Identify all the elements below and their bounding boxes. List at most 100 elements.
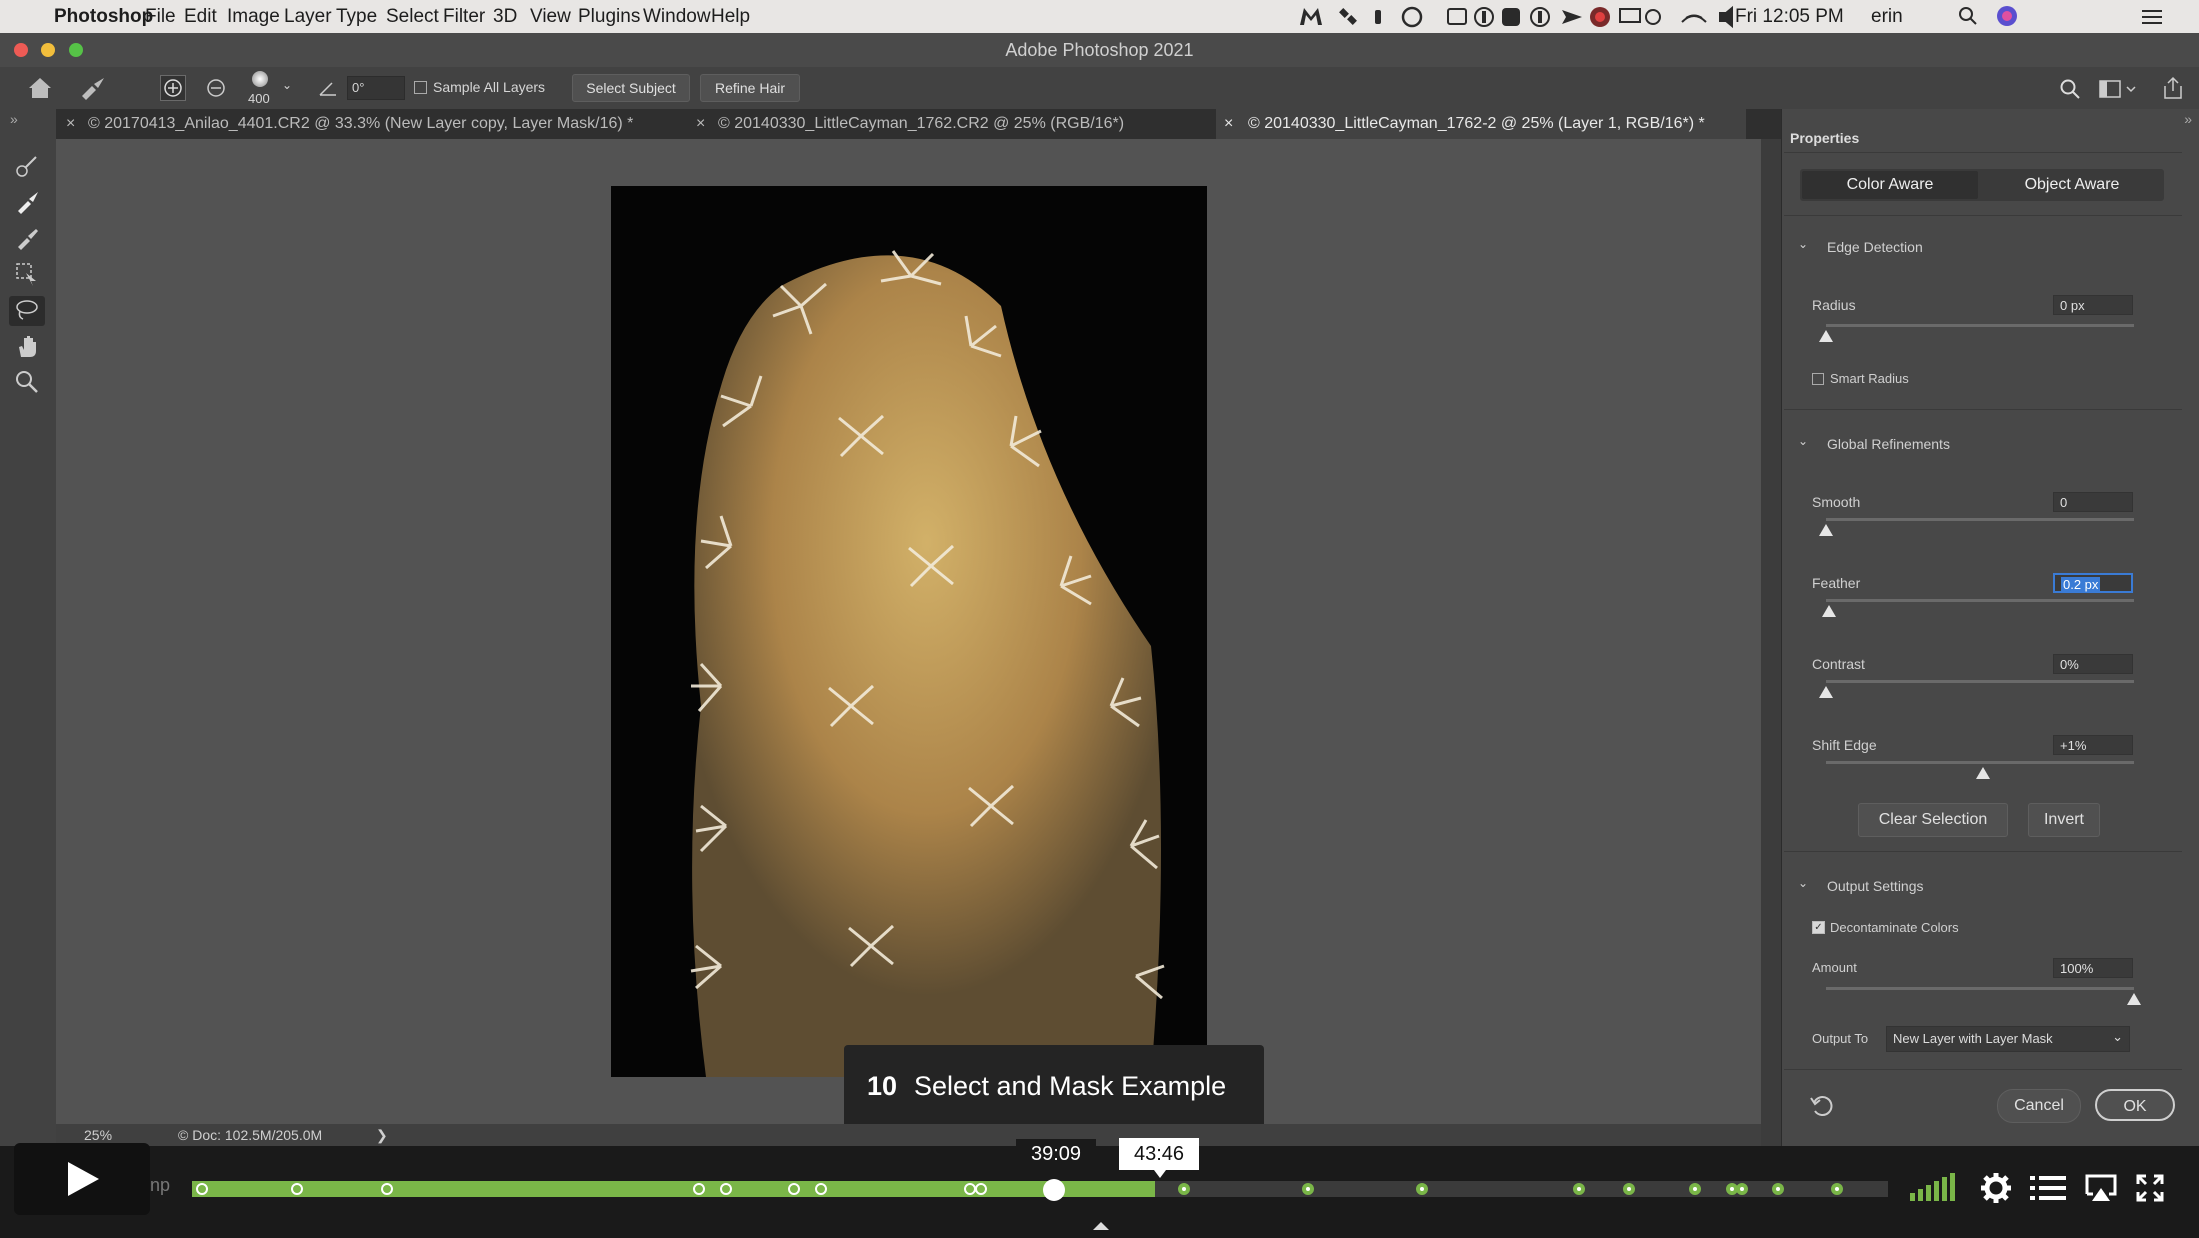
chevron-down-icon[interactable]: ⌄	[1798, 237, 1808, 251]
chapter-marker[interactable]	[1415, 1183, 1428, 1195]
zoom-level[interactable]: 25%	[84, 1127, 112, 1143]
sample-all-layers-label[interactable]: Sample All Layers	[433, 79, 545, 95]
list-icon[interactable]	[2030, 1174, 2066, 1202]
brush-preview-icon[interactable]	[252, 71, 268, 87]
play-button[interactable]	[14, 1143, 150, 1215]
radius-slider-thumb[interactable]	[1819, 330, 1833, 342]
share-icon[interactable]	[2162, 76, 2184, 100]
refine-edge-brush-tool-icon[interactable]	[14, 189, 40, 215]
close-tab-icon[interactable]: ×	[66, 115, 75, 133]
smooth-input[interactable]: 0	[2053, 492, 2133, 512]
contrast-slider-thumb[interactable]	[1819, 686, 1833, 698]
shift-edge-slider-track[interactable]	[1826, 761, 2134, 764]
sample-all-layers-checkbox[interactable]	[414, 81, 427, 94]
zoom-tool-icon[interactable]	[14, 369, 40, 395]
reset-icon[interactable]	[1810, 1095, 1836, 1119]
smart-radius-label[interactable]: Smart Radius	[1830, 371, 1909, 386]
chevron-down-icon[interactable]: ⌄	[1798, 876, 1808, 890]
smart-radius-checkbox[interactable]	[1812, 373, 1824, 385]
chapter-marker[interactable]	[974, 1183, 987, 1195]
global-refinements-header[interactable]: Global Refinements	[1827, 436, 1950, 452]
chapter-marker[interactable]	[1301, 1183, 1314, 1195]
workspace-icon[interactable]	[2099, 79, 2139, 99]
edge-detection-header[interactable]: Edge Detection	[1827, 239, 1923, 255]
output-settings-header[interactable]: Output Settings	[1827, 878, 1924, 894]
menu-3d[interactable]: 3D	[493, 6, 517, 28]
menu-edit[interactable]: Edit	[184, 6, 217, 28]
color-aware-button[interactable]: Color Aware	[1802, 171, 1978, 199]
collapse-tools-icon[interactable]: »	[10, 111, 18, 127]
menu-app-name[interactable]: Photoshop	[54, 6, 153, 28]
chapter-marker[interactable]	[1688, 1183, 1701, 1195]
quick-selection-tool-icon[interactable]	[14, 153, 40, 179]
notification-center-icon[interactable]	[2140, 8, 2164, 26]
smooth-slider-track[interactable]	[1826, 518, 2134, 521]
contrast-slider-track[interactable]	[1826, 680, 2134, 683]
output-to-select[interactable]: New Layer with Layer Mask ⌄	[1886, 1026, 2130, 1052]
invert-button[interactable]: Invert	[2028, 803, 2100, 837]
ok-button[interactable]: OK	[2095, 1089, 2175, 1121]
object-selection-tool-icon[interactable]	[14, 261, 40, 287]
fullscreen-icon[interactable]	[2136, 1174, 2164, 1202]
select-subject-button[interactable]: Select Subject	[572, 74, 690, 102]
brush-tool-icon[interactable]	[14, 225, 40, 251]
hand-tool-icon[interactable]	[14, 333, 40, 359]
menu-window[interactable]: Window	[643, 6, 711, 28]
chapter-marker[interactable]	[1771, 1183, 1784, 1195]
gear-icon[interactable]	[1980, 1172, 2012, 1204]
expand-caret-icon[interactable]	[1093, 1222, 1109, 1230]
chapter-marker[interactable]	[1831, 1183, 1844, 1195]
airplay-icon[interactable]	[2084, 1174, 2118, 1202]
menu-file[interactable]: File	[145, 6, 176, 28]
search-icon[interactable]	[2059, 78, 2081, 100]
angle-input[interactable]: 0°	[347, 76, 405, 100]
menu-image[interactable]: Image	[227, 6, 280, 28]
chapter-marker[interactable]	[693, 1183, 706, 1195]
menubar-user[interactable]: erin	[1871, 6, 1903, 28]
feather-slider-thumb[interactable]	[1822, 605, 1837, 617]
close-tab-icon[interactable]: ×	[696, 115, 705, 133]
menu-type[interactable]: Type	[336, 6, 377, 28]
video-playhead[interactable]	[1042, 1179, 1065, 1201]
close-tab-icon[interactable]: ×	[1224, 115, 1233, 133]
menu-help[interactable]: Help	[711, 6, 750, 28]
amount-slider-track[interactable]	[1826, 987, 2134, 990]
status-menu-arrow-icon[interactable]: ❯	[376, 1127, 388, 1144]
document-canvas[interactable]: 10 Select and Mask Example	[56, 139, 1761, 1129]
tab-littlecayman-2-active[interactable]: × © 20140330_LittleCayman_1762-2 @ 25% (…	[1216, 109, 1746, 139]
volume-bars-icon[interactable]	[1910, 1173, 1958, 1201]
home-icon[interactable]	[27, 76, 53, 100]
menu-filter[interactable]: Filter	[443, 6, 485, 28]
tab-littlecayman[interactable]: × © 20140330_LittleCayman_1762.CR2 @ 25%…	[686, 109, 1216, 139]
object-aware-button[interactable]: Object Aware	[1984, 171, 2160, 199]
tab-anilao[interactable]: × © 20170413_Anilao_4401.CR2 @ 33.3% (Ne…	[56, 109, 686, 139]
subtract-from-selection-icon[interactable]	[206, 78, 226, 98]
menu-view[interactable]: View	[530, 6, 571, 28]
chapter-marker[interactable]	[381, 1183, 394, 1195]
amount-input[interactable]: 100%	[2053, 958, 2133, 978]
clear-selection-button[interactable]: Clear Selection	[1858, 803, 2008, 837]
amount-slider-thumb[interactable]	[2127, 993, 2141, 1005]
shift-edge-input[interactable]: +1%	[2053, 735, 2133, 755]
decontaminate-label[interactable]: Decontaminate Colors	[1830, 920, 1959, 935]
refine-edge-brush-icon[interactable]	[78, 76, 114, 100]
menu-select[interactable]: Select	[386, 6, 439, 28]
chevron-down-icon[interactable]: ⌄	[1798, 434, 1808, 448]
feather-input[interactable]: 0.2 px	[2053, 573, 2133, 593]
smooth-slider-thumb[interactable]	[1819, 524, 1833, 536]
spotlight-search-icon[interactable]	[1958, 6, 1978, 26]
refine-hair-button[interactable]: Refine Hair	[700, 74, 800, 102]
radius-slider-track[interactable]	[1826, 324, 2134, 327]
chapter-marker[interactable]	[1622, 1183, 1635, 1195]
lasso-tool-icon[interactable]	[14, 297, 40, 323]
chapter-marker[interactable]	[788, 1183, 801, 1195]
shift-edge-slider-thumb[interactable]	[1976, 767, 1991, 779]
cancel-button[interactable]: Cancel	[1997, 1089, 2081, 1123]
decontaminate-checkbox[interactable]: ✓	[1812, 921, 1825, 934]
collapse-panel-icon[interactable]: »	[2184, 111, 2192, 127]
feather-slider-track[interactable]	[1826, 599, 2134, 602]
siri-icon[interactable]	[1996, 5, 2018, 27]
menu-layer[interactable]: Layer	[284, 6, 332, 28]
menu-plugins[interactable]: Plugins	[578, 6, 640, 28]
brush-dropdown-chevron-icon[interactable]: ⌄	[282, 78, 292, 92]
